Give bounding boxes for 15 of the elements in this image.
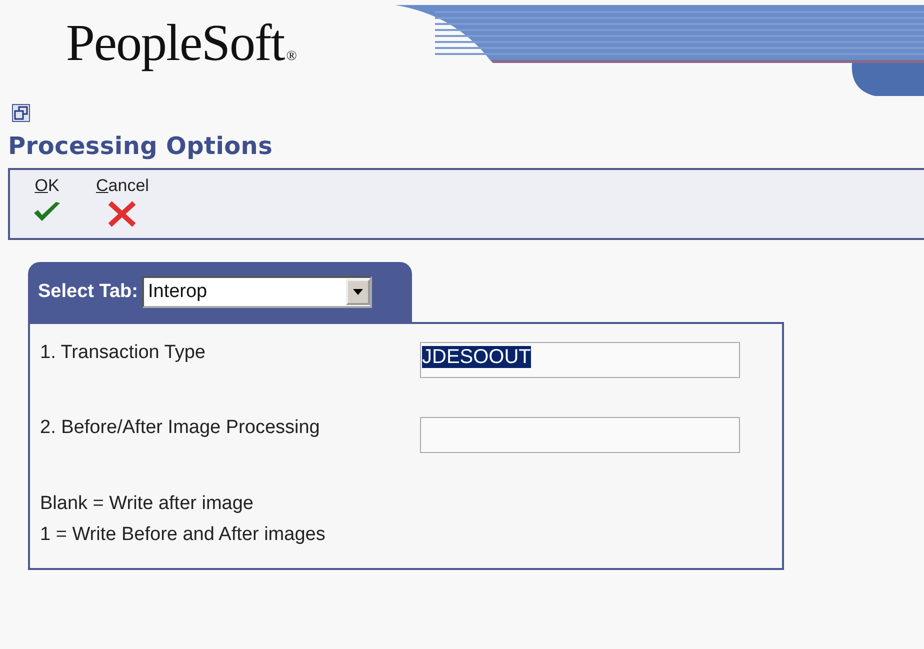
ok-button[interactable]: OK [30,170,64,238]
input-field[interactable] [420,417,740,453]
tab-dropdown[interactable]: Interop [142,276,372,308]
cancel-button[interactable]: Cancel [94,170,151,238]
select-tab-label: Select Tab: [38,281,138,303]
option-label: 1. Transaction Type [40,342,206,364]
logo: PeopleSoft® [66,14,296,73]
close-icon [107,200,138,228]
page-title: Processing Options [8,132,273,160]
option-label: 2. Before/After Image Processing [40,417,321,439]
option-note: 1 = Write Before and After images [40,523,326,547]
input-field[interactable]: JDESOOUT [420,342,740,378]
restore-window-icon[interactable] [12,104,30,122]
checkmark-icon [32,200,62,224]
option-note: Blank = Write after image [40,492,254,516]
